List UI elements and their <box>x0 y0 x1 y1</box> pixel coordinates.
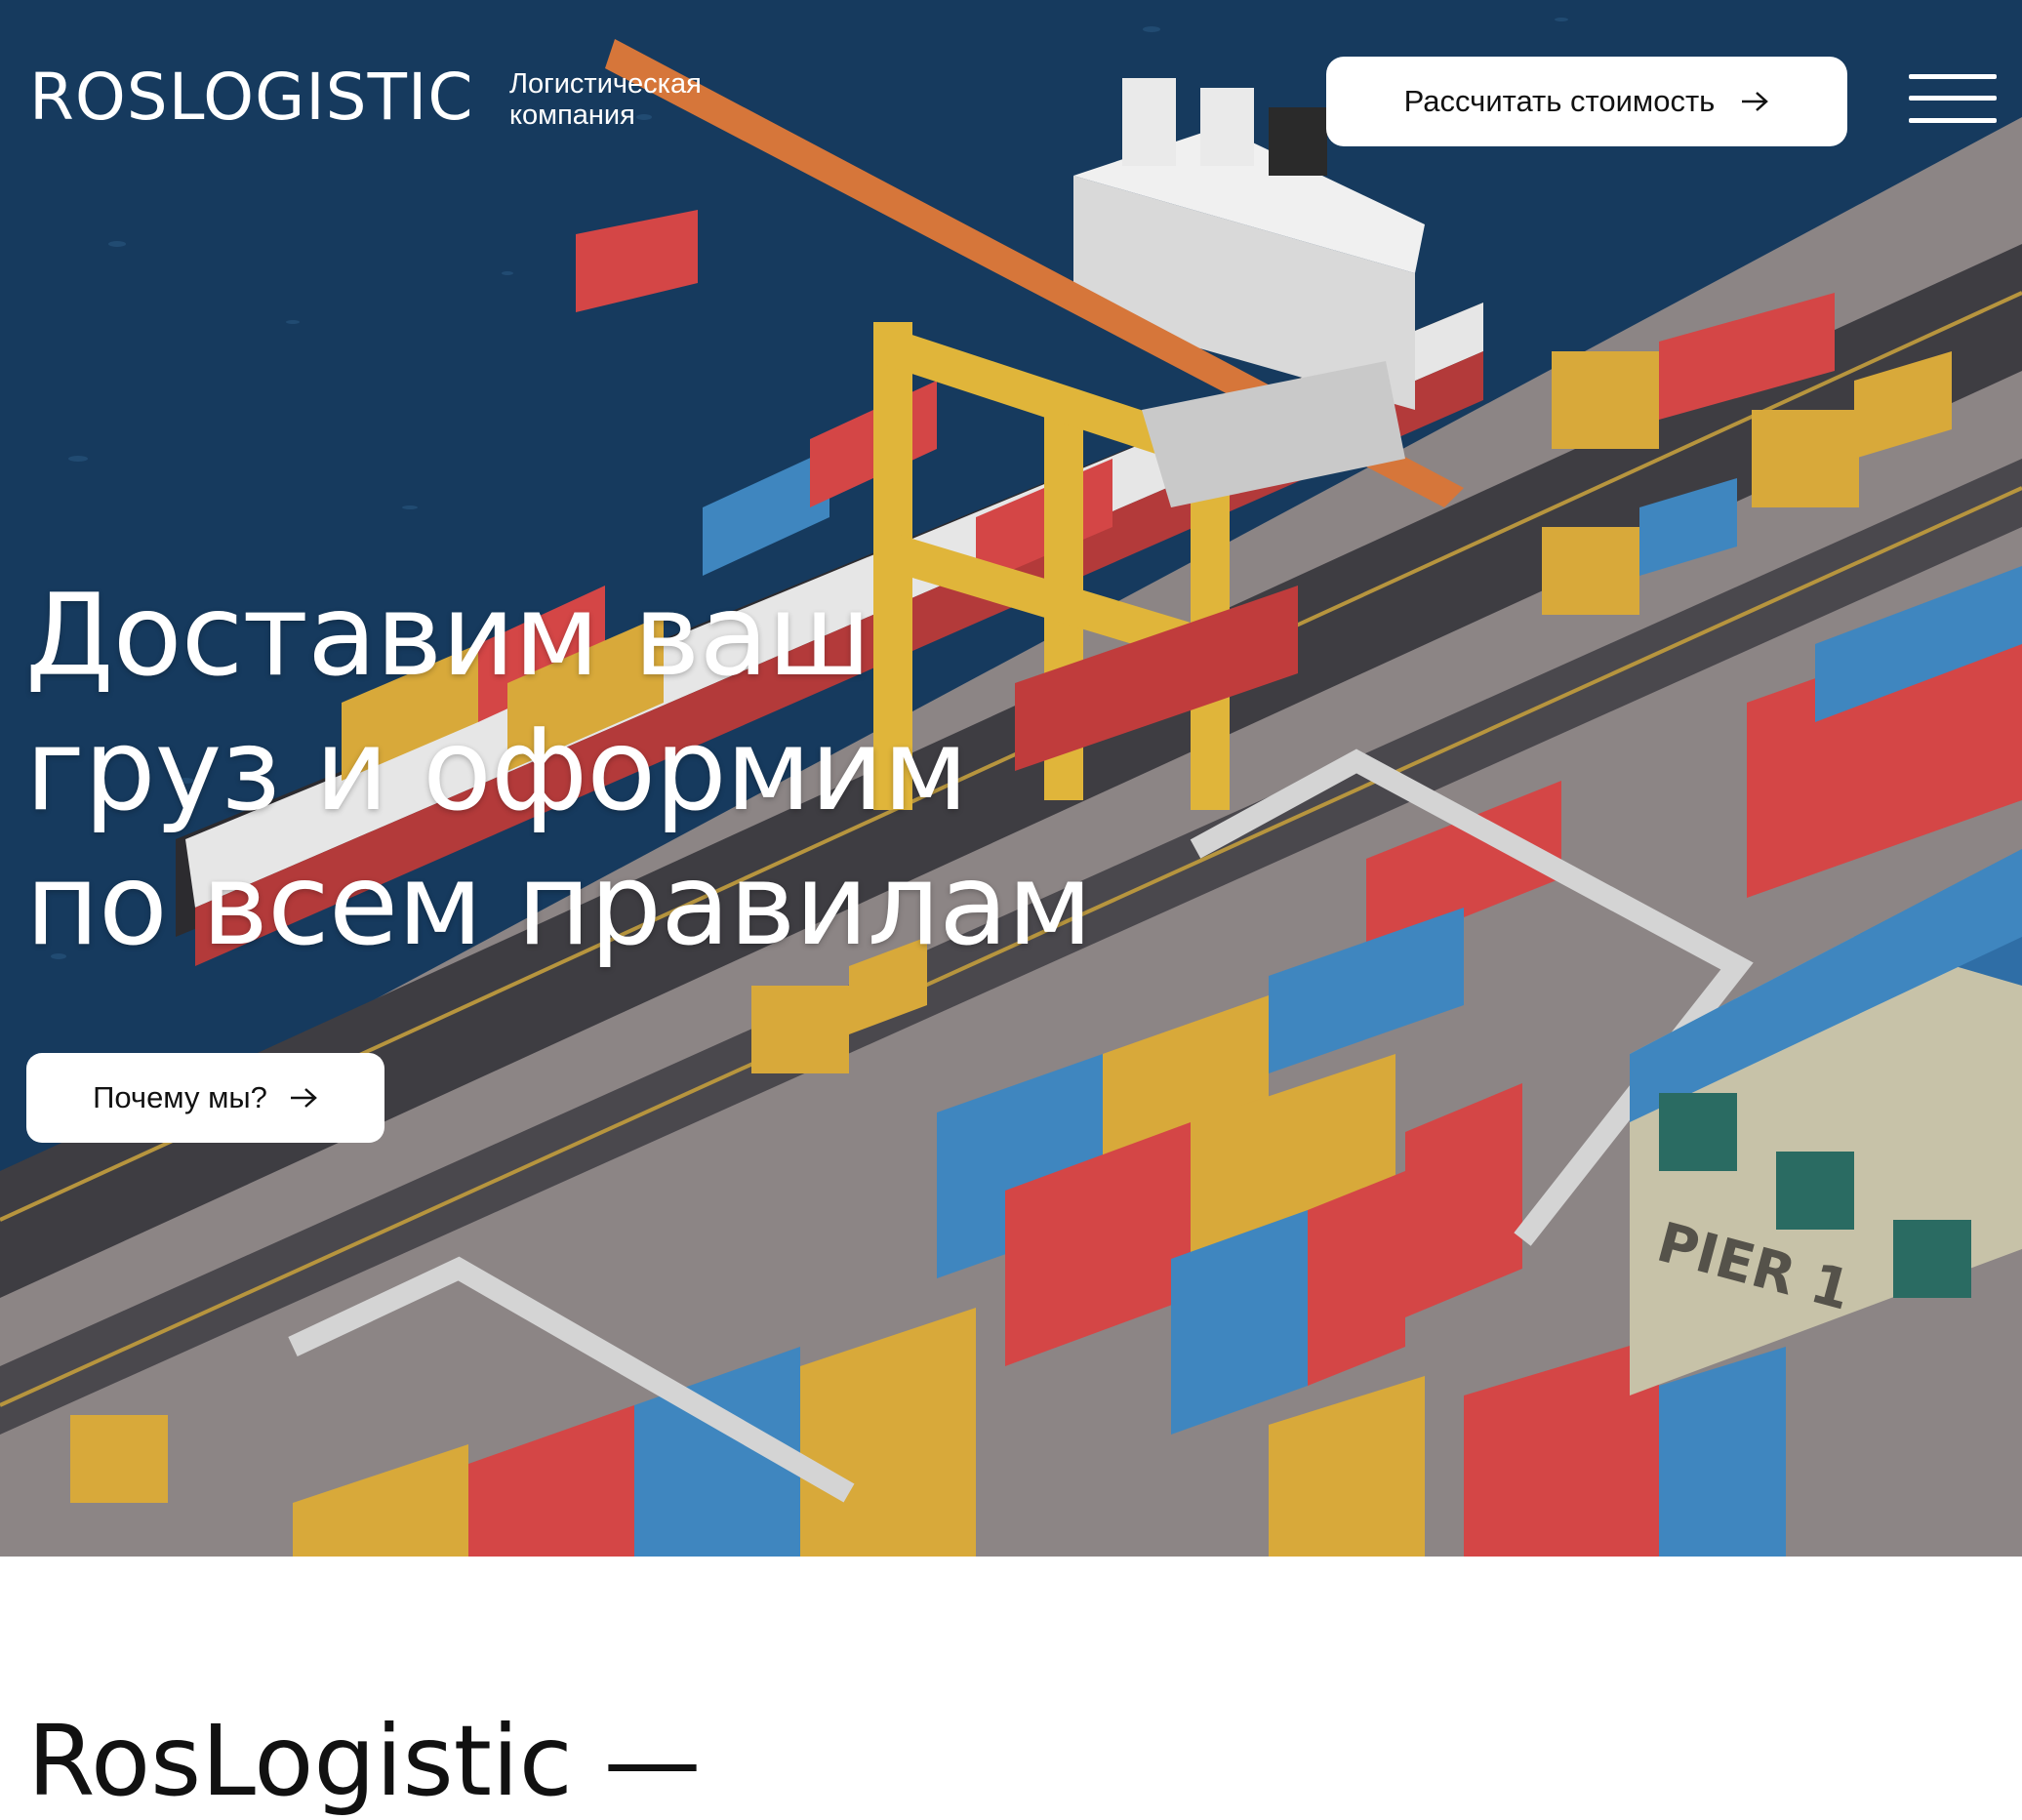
calculate-cost-button[interactable]: Рассчитать стоимость <box>1326 57 1847 146</box>
arrow-right-icon <box>290 1088 317 1108</box>
hero-headline: Доставим ваш груз и оформим по всем прав… <box>25 569 1093 973</box>
why-us-button[interactable]: Почему мы? <box>26 1053 384 1143</box>
arrow-right-icon <box>1742 92 1769 111</box>
headline-line-1: Доставим ваш <box>25 570 871 702</box>
why-us-label: Почему мы? <box>93 1080 267 1114</box>
site-logo[interactable]: ROSLOGISTIC <box>29 61 473 135</box>
tagline-line-2: компания <box>509 100 635 131</box>
hero-section: PIER 1 ROSLOGISTIC Логистическая компани… <box>0 0 2022 1557</box>
logo-tagline: Логистическая компания <box>509 68 702 131</box>
calculate-cost-label: Рассчитать стоимость <box>1403 84 1716 118</box>
headline-line-2: груз и оформим <box>25 705 968 836</box>
headline-line-3: по всем правилам <box>25 839 1093 971</box>
hamburger-menu-icon[interactable] <box>1909 74 1997 125</box>
about-section-title: RosLogistic — <box>27 1704 702 1818</box>
tagline-line-1: Логистическая <box>509 68 702 100</box>
